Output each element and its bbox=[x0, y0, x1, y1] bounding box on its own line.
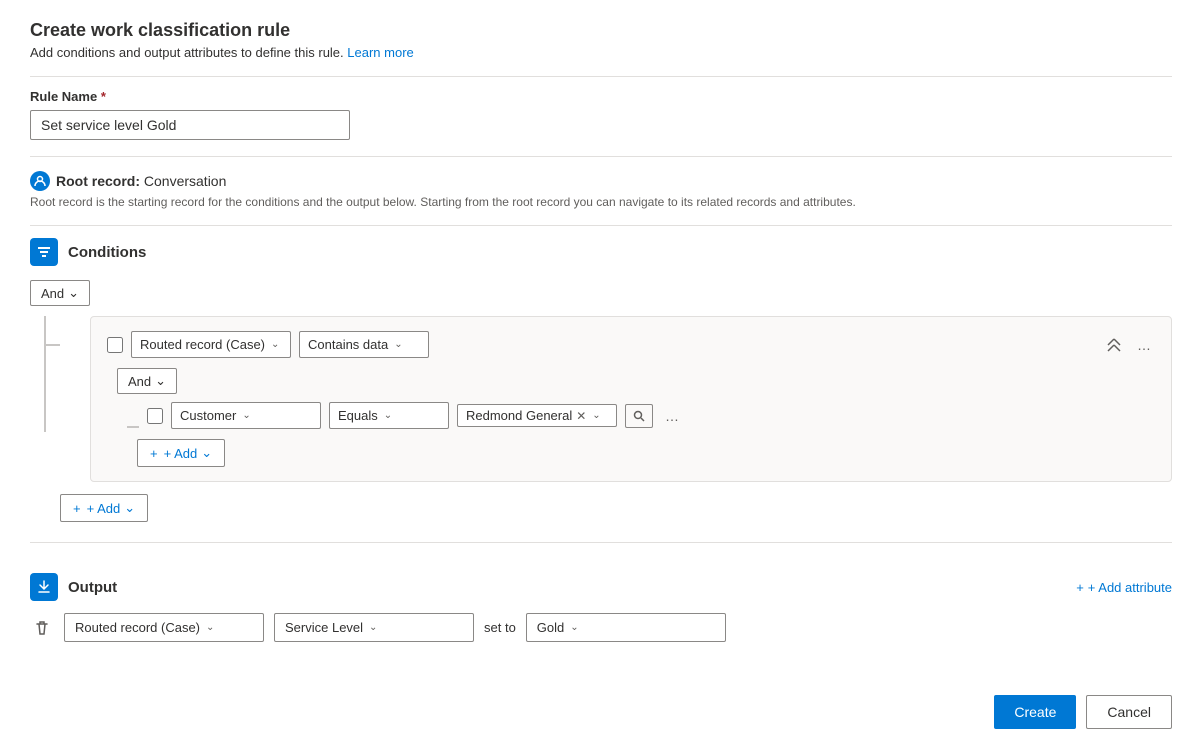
outer-condition-row: Routed record (Case) ⌄ Contains data ⌄ bbox=[107, 331, 1155, 358]
inner-add-button[interactable]: + + Add ⌄ bbox=[137, 439, 225, 467]
page-subtitle: Add conditions and output attributes to … bbox=[30, 45, 1172, 60]
output-attribute-select[interactable]: Service Level ⌄ bbox=[274, 613, 474, 642]
contains-data-chevron-icon: ⌄ bbox=[394, 339, 402, 350]
delete-output-button[interactable] bbox=[30, 616, 54, 640]
root-record-desc: Root record is the starting record for t… bbox=[30, 195, 1172, 209]
inner-more-options-icon-btn[interactable]: … bbox=[661, 404, 683, 428]
tag-dropdown-chevron-icon[interactable]: ⌄ bbox=[592, 410, 600, 421]
page-title: Create work classification rule bbox=[30, 20, 1172, 41]
rule-name-label: Rule Name * bbox=[30, 89, 1172, 104]
cancel-button[interactable]: Cancel bbox=[1086, 695, 1172, 729]
outer-condition-checkbox[interactable] bbox=[107, 337, 123, 353]
footer-buttons: Create Cancel bbox=[994, 695, 1172, 729]
inner-and-row: And ⌄ bbox=[107, 368, 1155, 394]
outer-add-plus-icon: + bbox=[73, 501, 81, 516]
add-attribute-button[interactable]: + + Add attribute bbox=[1076, 580, 1172, 595]
outer-add-button[interactable]: + + Add ⌄ bbox=[60, 494, 148, 522]
outer-add-chevron-icon: ⌄ bbox=[124, 500, 135, 516]
customer-chevron-icon: ⌄ bbox=[242, 410, 250, 421]
output-attribute-chevron-icon: ⌄ bbox=[369, 622, 377, 633]
root-record-text: Root record: Conversation bbox=[56, 173, 226, 189]
output-value-chevron-icon: ⌄ bbox=[570, 622, 578, 633]
routed-record-select[interactable]: Routed record (Case) ⌄ bbox=[131, 331, 291, 358]
contains-data-select[interactable]: Contains data ⌄ bbox=[299, 331, 429, 358]
output-record-select[interactable]: Routed record (Case) ⌄ bbox=[64, 613, 264, 642]
output-value-select[interactable]: Gold ⌄ bbox=[526, 613, 726, 642]
value-tag-input[interactable]: Redmond General ✕ ⌄ bbox=[457, 404, 617, 427]
inner-and-dropdown[interactable]: And ⌄ bbox=[117, 368, 177, 394]
inner-and-chevron-icon: ⌄ bbox=[155, 373, 166, 389]
output-row: Routed record (Case) ⌄ Service Level ⌄ s… bbox=[30, 613, 1172, 642]
condition-group: Routed record (Case) ⌄ Contains data ⌄ bbox=[90, 316, 1172, 482]
inner-add-chevron-icon: ⌄ bbox=[201, 445, 212, 461]
output-title: Output bbox=[68, 579, 117, 596]
equals-select[interactable]: Equals ⌄ bbox=[329, 402, 449, 429]
root-record-icon bbox=[30, 171, 50, 191]
collapse-icon-btn[interactable] bbox=[1103, 334, 1125, 356]
output-record-chevron-icon: ⌄ bbox=[206, 622, 214, 633]
create-button[interactable]: Create bbox=[994, 695, 1076, 729]
learn-more-link[interactable]: Learn more bbox=[347, 45, 413, 60]
outer-and-dropdown[interactable]: And ⌄ bbox=[30, 280, 90, 306]
outer-and-chevron-icon: ⌄ bbox=[68, 285, 79, 301]
inner-condition-row: Customer ⌄ Equals ⌄ Redmond General ✕ ⌄ bbox=[127, 402, 1155, 429]
inner-condition-checkbox[interactable] bbox=[147, 408, 163, 424]
set-to-label: set to bbox=[484, 620, 516, 635]
routed-record-chevron-icon: ⌄ bbox=[271, 339, 279, 350]
conditions-section-icon bbox=[30, 238, 58, 266]
add-attribute-plus-icon: + bbox=[1076, 580, 1084, 595]
equals-chevron-icon: ⌄ bbox=[384, 410, 392, 421]
more-options-icon-btn[interactable]: … bbox=[1133, 333, 1155, 357]
tag-search-icon-btn[interactable] bbox=[625, 404, 653, 428]
tag-close-icon[interactable]: ✕ bbox=[576, 409, 586, 423]
conditions-title: Conditions bbox=[68, 244, 146, 261]
redmond-general-tag: Redmond General ✕ bbox=[466, 408, 586, 423]
inner-add-plus-icon: + bbox=[150, 446, 158, 461]
customer-select[interactable]: Customer ⌄ bbox=[171, 402, 321, 429]
rule-name-input[interactable] bbox=[30, 110, 350, 140]
output-section-icon bbox=[30, 573, 58, 601]
